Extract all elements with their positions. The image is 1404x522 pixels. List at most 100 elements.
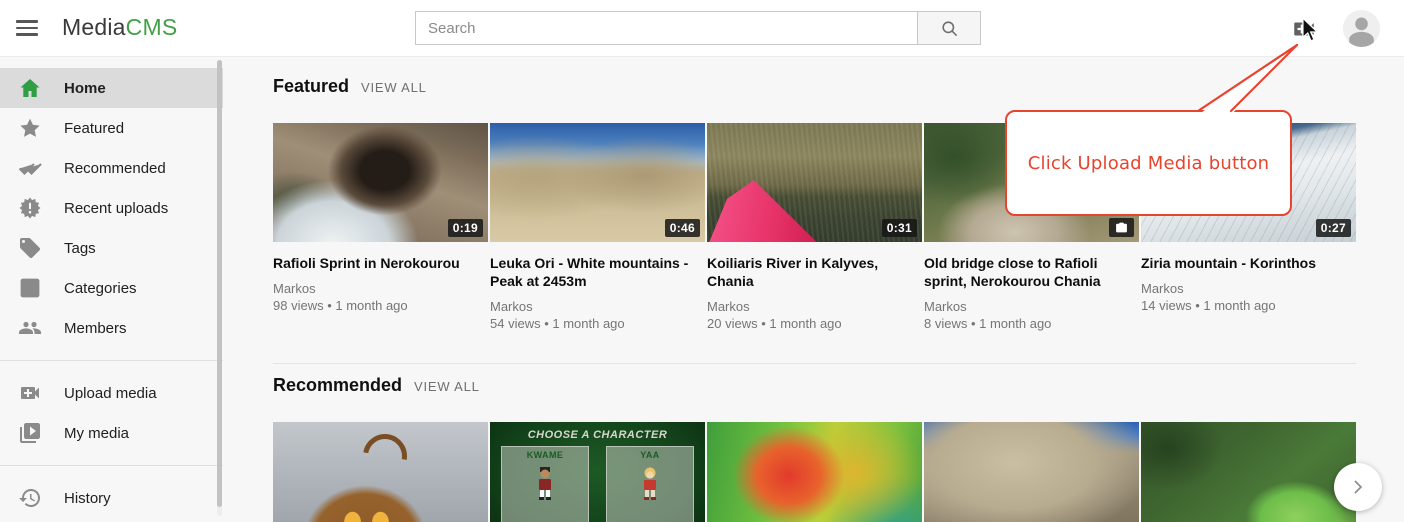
sidebar-item-label: Featured bbox=[64, 120, 124, 137]
section-title: Featured bbox=[273, 76, 349, 97]
duration-badge: 0:27 bbox=[1316, 219, 1351, 237]
video-card[interactable] bbox=[1141, 422, 1356, 522]
video-title[interactable]: Koiliaris River in Kalyves, Chania bbox=[707, 254, 922, 290]
sidebar-item-members[interactable]: Members bbox=[0, 308, 223, 348]
annotation-text: Click Upload Media button bbox=[1028, 153, 1270, 174]
sidebar-item-home[interactable]: Home bbox=[0, 68, 223, 108]
person-icon bbox=[1343, 10, 1380, 47]
tag-icon bbox=[18, 236, 42, 260]
video-card[interactable]: 0:31 Koiliaris River in Kalyves, Chania … bbox=[707, 123, 922, 345]
thumb-game-panel: YAA Select bbox=[606, 446, 694, 522]
done-all-icon bbox=[18, 156, 42, 180]
section-divider bbox=[273, 363, 1356, 364]
sidebar-item-label: Tags bbox=[64, 240, 96, 257]
view-all-link[interactable]: VIEW ALL bbox=[361, 80, 427, 95]
view-all-link[interactable]: VIEW ALL bbox=[414, 379, 480, 394]
sidebar-item-recent-uploads[interactable]: Recent uploads bbox=[0, 188, 223, 228]
video-author[interactable]: Markos bbox=[1141, 280, 1356, 297]
video-card[interactable]: CHOOSE A CHARACTER KWAME Selected YAA Se… bbox=[490, 422, 705, 522]
video-thumbnail[interactable] bbox=[707, 422, 922, 522]
new-releases-icon bbox=[18, 196, 42, 220]
sidebar-item-my-media[interactable]: My media bbox=[0, 413, 223, 453]
video-meta: 54 views • 1 month ago bbox=[490, 315, 705, 332]
video-thumbnail[interactable] bbox=[1141, 422, 1356, 522]
thumb-game-name: YAA bbox=[640, 450, 659, 460]
sidebar-item-label: Upload media bbox=[64, 385, 157, 402]
sidebar-item-label: My media bbox=[64, 425, 129, 442]
search-bar bbox=[415, 11, 981, 45]
video-title[interactable]: Rafioli Sprint in Nerokourou bbox=[273, 254, 488, 272]
search-icon bbox=[940, 19, 959, 38]
upload-media-icon bbox=[1291, 16, 1317, 42]
video-meta: 20 views • 1 month ago bbox=[707, 315, 922, 332]
search-input[interactable] bbox=[415, 11, 918, 45]
duration-badge: 0:46 bbox=[665, 219, 700, 237]
star-icon bbox=[18, 116, 42, 140]
annotation-callout: Click Upload Media button bbox=[1005, 110, 1292, 216]
sidebar-divider bbox=[0, 465, 223, 466]
video-card[interactable]: 0:19 Rafioli Sprint in Nerokourou Markos… bbox=[273, 123, 488, 345]
video-thumbnail[interactable] bbox=[273, 422, 488, 522]
scrollbar-thumb[interactable] bbox=[217, 60, 222, 507]
logo-cms: CMS bbox=[126, 14, 178, 40]
video-meta: 14 views • 1 month ago bbox=[1141, 297, 1356, 314]
sidebar-divider bbox=[0, 360, 223, 361]
sidebar-item-upload-media[interactable]: Upload media bbox=[0, 373, 223, 413]
chevron-right-icon bbox=[1349, 478, 1367, 496]
video-title[interactable]: Leuka Ori - White mountains - Peak at 24… bbox=[490, 254, 705, 290]
sidebar: Home Featured Recommended Recent uploads… bbox=[0, 57, 223, 522]
sidebar-scrollbar[interactable] bbox=[217, 60, 222, 516]
sidebar-item-recommended[interactable]: Recommended bbox=[0, 148, 223, 188]
video-thumbnail[interactable]: 0:19 bbox=[273, 123, 488, 242]
people-icon bbox=[18, 316, 42, 340]
logo[interactable]: MediaCMS bbox=[62, 14, 177, 41]
thumb-game-panel: KWAME Selected bbox=[501, 446, 589, 522]
sidebar-item-tags[interactable]: Tags bbox=[0, 228, 223, 268]
sidebar-item-label: Categories bbox=[64, 280, 137, 297]
recommended-video-row: CHOOSE A CHARACTER KWAME Selected YAA Se… bbox=[273, 422, 1356, 522]
logo-media: Media bbox=[62, 14, 126, 40]
video-title[interactable]: Old bridge close to Rafioli sprint, Nero… bbox=[924, 254, 1139, 290]
section-title: Recommended bbox=[273, 375, 402, 396]
carousel-next-button[interactable] bbox=[1334, 463, 1382, 511]
sidebar-item-featured[interactable]: Featured bbox=[0, 108, 223, 148]
sidebar-item-label: Home bbox=[64, 80, 106, 97]
upload-media-button[interactable] bbox=[1291, 16, 1317, 42]
video-meta: 98 views • 1 month ago bbox=[273, 297, 488, 314]
video-author[interactable]: Markos bbox=[707, 298, 922, 315]
thumb-game-heading: CHOOSE A CHARACTER bbox=[490, 429, 705, 441]
video-card[interactable] bbox=[273, 422, 488, 522]
video-title[interactable]: Ziria mountain - Korinthos bbox=[1141, 254, 1356, 272]
menu-icon[interactable] bbox=[16, 17, 40, 39]
search-button[interactable] bbox=[918, 11, 981, 45]
top-actions bbox=[1291, 0, 1380, 57]
duration-badge: 0:19 bbox=[448, 219, 483, 237]
video-thumbnail[interactable] bbox=[924, 422, 1139, 522]
thumb-game-name: KWAME bbox=[527, 450, 564, 460]
sidebar-item-categories[interactable]: Categories bbox=[0, 268, 223, 308]
character-sprite bbox=[639, 466, 661, 500]
photo-badge bbox=[1109, 218, 1134, 237]
sidebar-item-history[interactable]: History bbox=[0, 478, 223, 518]
video-card[interactable]: 0:46 Leuka Ori - White mountains - Peak … bbox=[490, 123, 705, 345]
upload-media-icon bbox=[18, 381, 42, 405]
featured-section-header: Featured VIEW ALL bbox=[273, 76, 1356, 97]
thumb-game-panels: KWAME Selected YAA Select bbox=[490, 441, 705, 522]
list-icon bbox=[18, 276, 42, 300]
sidebar-item-label: Recommended bbox=[64, 160, 166, 177]
top-bar: MediaCMS bbox=[0, 0, 1404, 57]
sidebar-item-label: Members bbox=[64, 320, 127, 337]
video-thumbnail[interactable]: 0:46 bbox=[490, 123, 705, 242]
video-author[interactable]: Markos bbox=[490, 298, 705, 315]
video-thumbnail[interactable]: 0:31 bbox=[707, 123, 922, 242]
video-author[interactable]: Markos bbox=[273, 280, 488, 297]
video-thumbnail[interactable]: CHOOSE A CHARACTER KWAME Selected YAA Se… bbox=[490, 422, 705, 522]
camera-icon bbox=[1115, 221, 1128, 234]
recommended-section-header: Recommended VIEW ALL bbox=[273, 375, 1356, 396]
video-card[interactable] bbox=[707, 422, 922, 522]
avatar[interactable] bbox=[1343, 10, 1380, 47]
video-author[interactable]: Markos bbox=[924, 298, 1139, 315]
duration-badge: 0:31 bbox=[882, 219, 917, 237]
sidebar-item-label: Recent uploads bbox=[64, 200, 168, 217]
video-card[interactable] bbox=[924, 422, 1139, 522]
